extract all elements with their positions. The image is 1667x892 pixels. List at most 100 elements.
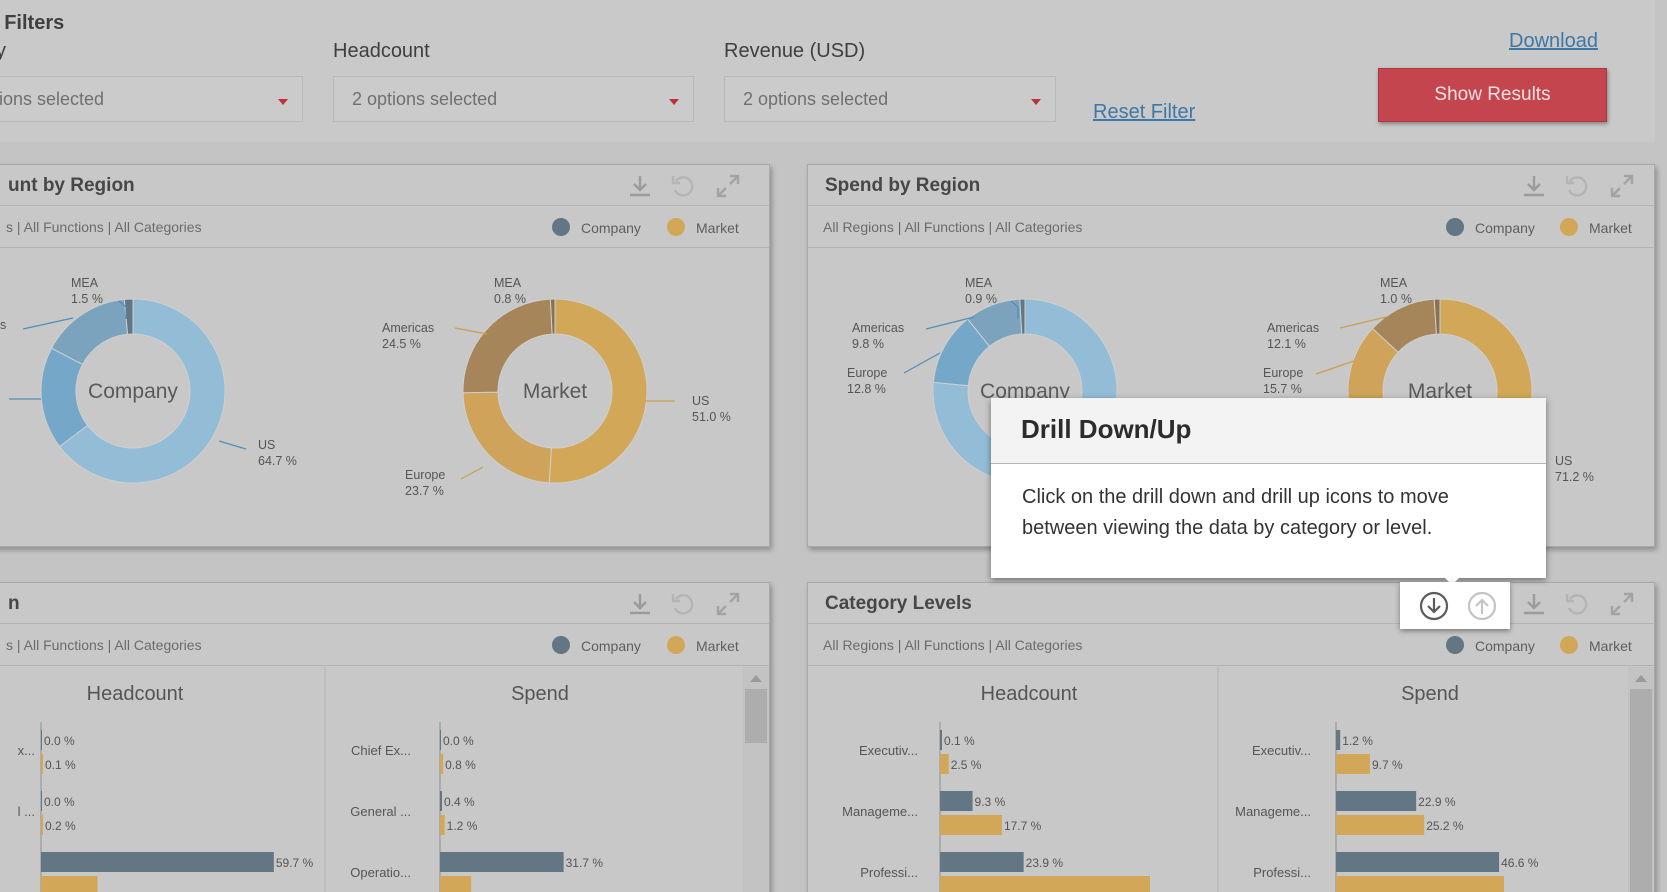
scrollbar[interactable] [743, 667, 769, 892]
bar-data-label: 0.0 % [44, 795, 75, 809]
bar-data-label: 0.0 % [443, 734, 474, 748]
category-tick-label: Executiv... [1252, 743, 1311, 758]
slice-value: 0.9 % [965, 292, 997, 306]
download-icon[interactable] [1521, 173, 1547, 199]
download-link[interactable]: Download [1509, 30, 1598, 53]
panel-header: Category Levels [808, 583, 1654, 624]
legend-company-label: Company [581, 638, 641, 654]
category-levels-panel: Category Levels All Regions | All Functi… [807, 582, 1655, 892]
donut-slice-americas[interactable] [50, 298, 129, 366]
legend-company-swatch [1446, 218, 1464, 236]
bar-market[interactable] [940, 876, 1150, 892]
expand-icon[interactable] [1609, 173, 1635, 199]
bar-company[interactable] [940, 852, 1024, 872]
bar-data-label: 0.0 % [44, 734, 75, 748]
drill-tooltip: Drill Down/Up Click on the drill down an… [991, 398, 1546, 585]
headcount-filter-select[interactable]: 2 options selected [333, 76, 694, 122]
bar-company[interactable] [440, 730, 441, 750]
slice-value: 12.1 % [1267, 337, 1306, 351]
bar-company[interactable] [440, 852, 564, 872]
category-bar-charts: Headcount Spend Executiv... 0.1 % 2.5 % Man… [842, 667, 1539, 892]
panel-subheader: All Regions | All Functions | All Catego… [808, 624, 1654, 666]
bar-market[interactable] [940, 754, 949, 774]
bar-company[interactable] [940, 730, 942, 750]
bar-company[interactable] [940, 791, 973, 811]
panel-title: Spend by Region [825, 175, 981, 196]
bar-data-label: 0.2 % [45, 819, 76, 833]
bar-market[interactable] [41, 754, 43, 774]
column-title: Headcount [981, 683, 1078, 705]
bar-market[interactable] [1336, 876, 1504, 892]
undo-icon[interactable] [670, 173, 696, 199]
undo-icon[interactable] [1564, 173, 1590, 199]
bar-market[interactable] [440, 815, 445, 835]
donut-slice-americas[interactable] [462, 298, 553, 394]
bar-company[interactable] [41, 791, 42, 811]
reset-filter-link[interactable]: Reset Filter [1093, 101, 1195, 124]
slice-label: US [1555, 454, 1572, 468]
scrollbar-thumb[interactable] [745, 689, 767, 743]
category-filter-value: ions selected [0, 89, 105, 109]
panel-title: Category Levels [825, 593, 972, 614]
bar-data-label: 59.7 % [276, 856, 314, 870]
category-tick-label: General ... [350, 804, 411, 819]
bar-data-label: 23.9 % [1026, 856, 1064, 870]
legend-market-swatch [1560, 218, 1578, 236]
revenue-filter-select[interactable]: 2 options selected [724, 76, 1056, 122]
category-filter-select[interactable]: ions selected [0, 76, 303, 122]
scrollbar-thumb[interactable] [1630, 689, 1652, 892]
bar-data-label: 1.2 % [1342, 734, 1373, 748]
drill-up-icon[interactable] [1466, 590, 1498, 622]
expand-icon[interactable] [715, 173, 741, 199]
slice-value: 71.2 % [1555, 470, 1594, 484]
legend-market-label: Market [696, 638, 739, 654]
show-results-button[interactable]: Show Results [1378, 68, 1607, 122]
expand-icon[interactable] [715, 591, 741, 617]
headcount-filter-value: 2 options selected [352, 89, 498, 109]
legend-market-label: Market [1589, 220, 1632, 236]
download-icon[interactable] [627, 591, 653, 617]
legend-market-label: Market [696, 220, 739, 236]
bar-market[interactable] [440, 876, 472, 892]
download-icon[interactable] [627, 173, 653, 199]
drill-down-icon[interactable] [1418, 590, 1450, 622]
panel-title: unt by Region [8, 175, 135, 196]
scrollbar[interactable] [1628, 667, 1654, 892]
category-tick-label: Chief Ex... [351, 743, 411, 758]
bar-market[interactable] [940, 815, 1002, 835]
bar-company[interactable] [440, 791, 442, 811]
bar-market[interactable] [1336, 754, 1370, 774]
undo-icon[interactable] [670, 591, 696, 617]
bar-market[interactable] [41, 815, 43, 835]
bar-company[interactable] [1336, 791, 1417, 811]
bar-market[interactable] [41, 876, 98, 892]
download-icon[interactable] [1521, 591, 1547, 617]
bar-market[interactable] [440, 754, 444, 774]
bar-market[interactable] [1336, 815, 1425, 835]
undo-icon[interactable] [1564, 591, 1590, 617]
region-donut-charts: Company Market MEA 1.5 % as US 64.7 % ME… [0, 276, 731, 498]
scroll-up-icon[interactable] [1634, 673, 1648, 683]
revenue-filter-value: 2 options selected [743, 89, 889, 109]
slice-value: 1.0 % [1380, 292, 1412, 306]
bar-company[interactable] [41, 730, 42, 750]
slice-label: as [0, 318, 6, 332]
expand-icon[interactable] [1609, 591, 1635, 617]
category-filter-label: y [0, 40, 6, 62]
slice-value: 15.7 % [1263, 382, 1302, 396]
bar-company[interactable] [1336, 852, 1500, 872]
filter-summary: s | All Functions | All Categories [6, 219, 202, 235]
bar-data-label: 46.6 % [1501, 856, 1539, 870]
function-bar-charts: Headcount Spend x... 0.0 % 0.1 % l ... 0.0 %… [18, 667, 603, 892]
scroll-up-icon[interactable] [749, 673, 763, 683]
slice-label: Americas [382, 321, 434, 335]
legend-market-swatch [667, 218, 685, 236]
slice-label: Europe [1263, 366, 1303, 380]
category-tick-label: Manageme... [842, 804, 918, 819]
panel-subheader: s | All Functions | All Categories Compa… [0, 206, 769, 248]
slice-label: MEA [1380, 276, 1408, 290]
bar-company[interactable] [1336, 730, 1341, 750]
donut-slice-europe[interactable] [462, 391, 552, 484]
bar-data-label: 0.8 % [445, 758, 476, 772]
bar-company[interactable] [41, 852, 274, 872]
